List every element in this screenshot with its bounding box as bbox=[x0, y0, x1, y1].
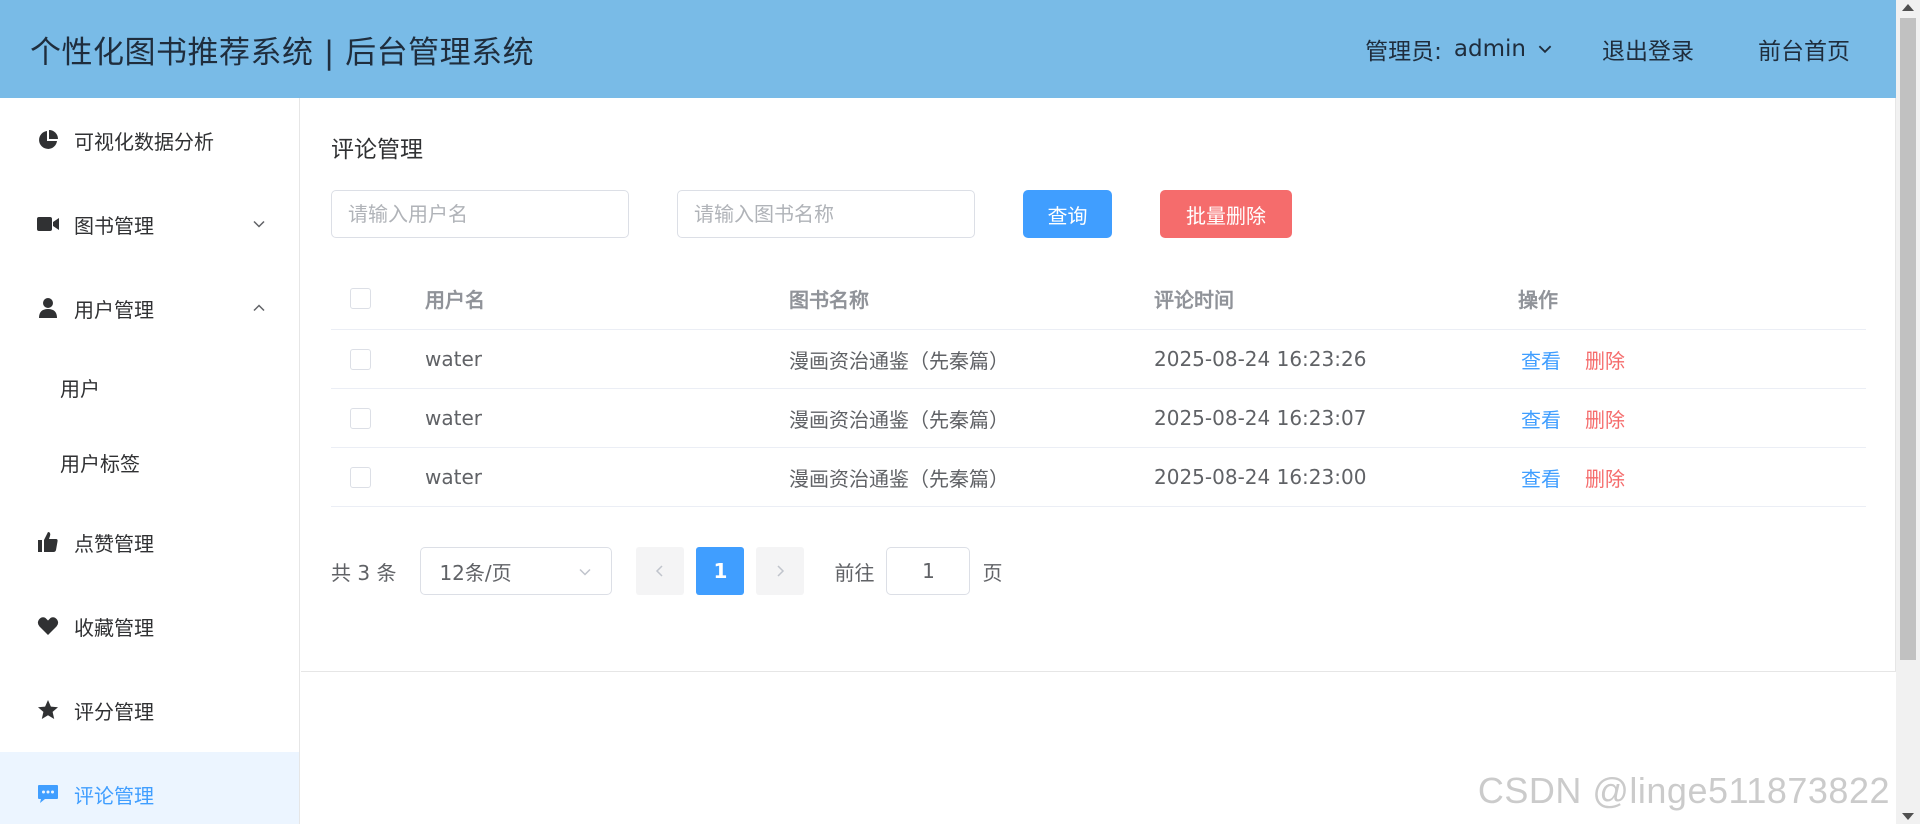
sidebar-item-book-management[interactable]: 图书管理 bbox=[0, 182, 299, 266]
chevron-down-icon bbox=[253, 220, 265, 228]
page-title: 评论管理 bbox=[331, 137, 423, 163]
batch-delete-button[interactable]: 批量删除 bbox=[1160, 190, 1292, 238]
sidebar-item-user-management[interactable]: 用户管理 bbox=[0, 266, 299, 350]
cell-username: water bbox=[425, 465, 482, 489]
sidebar-item-label: 收藏管理 bbox=[74, 615, 154, 640]
table-row: water 漫画资治通鉴（先秦篇） 2025-08-24 16:23:00 查看… bbox=[331, 448, 1866, 507]
header-actions: 管理员: admin 退出登录 前台首页 bbox=[1365, 32, 1850, 66]
prev-page-button[interactable] bbox=[636, 547, 685, 595]
chat-icon bbox=[36, 782, 60, 806]
sidebar-item-label: 评论管理 bbox=[74, 783, 154, 808]
view-button[interactable]: 查看 bbox=[1521, 404, 1561, 433]
chevron-right-icon bbox=[777, 565, 785, 577]
delete-button[interactable]: 删除 bbox=[1585, 404, 1625, 433]
video-camera-icon bbox=[36, 212, 60, 236]
next-page-button[interactable] bbox=[756, 547, 805, 595]
view-button[interactable]: 查看 bbox=[1521, 345, 1561, 374]
sidebar-subitem-users[interactable]: 用户 bbox=[0, 350, 299, 425]
logout-link[interactable]: 退出登录 bbox=[1602, 32, 1694, 66]
page-size-select[interactable]: 12条/页 bbox=[420, 547, 613, 595]
sidebar-item-comment-management[interactable]: 评论管理 bbox=[0, 752, 299, 824]
sidebar-item-rating-management[interactable]: 评分管理 bbox=[0, 668, 299, 752]
star-icon bbox=[36, 698, 60, 722]
cell-comment-time: 2025-08-24 16:23:00 bbox=[1154, 465, 1367, 489]
scroll-up-arrow-icon[interactable] bbox=[1902, 4, 1914, 11]
admin-name: admin bbox=[1453, 36, 1526, 62]
view-button[interactable]: 查看 bbox=[1521, 463, 1561, 492]
main-panel: 评论管理 查询 批量删除 用户名 图书名称 评论时间 操作 water 漫画资治… bbox=[301, 98, 1896, 672]
table-header-row: 用户名 图书名称 评论时间 操作 bbox=[331, 268, 1866, 330]
sidebar-item-label: 用户管理 bbox=[74, 297, 154, 322]
column-header-username: 用户名 bbox=[425, 288, 485, 312]
cell-username: water bbox=[425, 406, 482, 430]
row-checkbox[interactable] bbox=[350, 348, 371, 370]
goto-label: 前往 bbox=[834, 560, 875, 585]
table-row: water 漫画资治通鉴（先秦篇） 2025-08-24 16:23:26 查看… bbox=[331, 330, 1866, 389]
column-header-comment-time: 评论时间 bbox=[1154, 288, 1234, 312]
thumbs-up-icon bbox=[36, 530, 60, 554]
chevron-down-icon bbox=[579, 568, 591, 576]
sidebar-subitem-user-tags[interactable]: 用户标签 bbox=[0, 425, 299, 500]
cell-book-name: 漫画资治通鉴（先秦篇） bbox=[789, 348, 1009, 373]
chevron-down-icon bbox=[1538, 45, 1552, 54]
admin-label: 管理员: bbox=[1365, 39, 1442, 65]
sidebar-item-label: 点赞管理 bbox=[74, 531, 154, 556]
cell-username: water bbox=[425, 347, 482, 371]
pagination: 共 3 条 12条/页 1 前往 页 bbox=[331, 547, 1002, 595]
vertical-scrollbar[interactable] bbox=[1896, 0, 1920, 824]
username-search-input[interactable] bbox=[331, 190, 629, 238]
comment-table: 用户名 图书名称 评论时间 操作 water 漫画资治通鉴（先秦篇） 2025-… bbox=[331, 268, 1866, 507]
chevron-left-icon bbox=[656, 565, 663, 577]
scroll-down-arrow-icon[interactable] bbox=[1902, 813, 1914, 820]
sidebar-item-label: 可视化数据分析 bbox=[74, 129, 214, 154]
goto-page-input[interactable] bbox=[886, 547, 971, 595]
page-size-value: 12条/页 bbox=[439, 560, 512, 585]
sidebar-item-like-management[interactable]: 点赞管理 bbox=[0, 500, 299, 584]
cell-actions: 查看 删除 bbox=[1518, 404, 1625, 433]
pie-chart-icon bbox=[36, 128, 60, 152]
sidebar-item-data-analysis[interactable]: 可视化数据分析 bbox=[0, 98, 299, 182]
query-button[interactable]: 查询 bbox=[1023, 190, 1112, 238]
row-checkbox[interactable] bbox=[350, 407, 371, 429]
sidebar-item-label: 图书管理 bbox=[74, 213, 154, 238]
sidebar-item-favorite-management[interactable]: 收藏管理 bbox=[0, 584, 299, 668]
cell-actions: 查看 删除 bbox=[1518, 463, 1625, 492]
watermark: CSDN @linge511873822 bbox=[1477, 770, 1890, 811]
book-name-search-input[interactable] bbox=[677, 190, 975, 238]
page-number-button[interactable]: 1 bbox=[696, 547, 745, 595]
app-title: 个性化图书推荐系统 | 后台管理系统 bbox=[30, 34, 535, 71]
admin-dropdown[interactable]: 管理员: admin bbox=[1365, 32, 1554, 66]
pagination-total: 共 3 条 bbox=[331, 560, 397, 585]
page-unit-label: 页 bbox=[982, 560, 1003, 585]
heart-icon bbox=[36, 614, 60, 638]
cell-comment-time: 2025-08-24 16:23:07 bbox=[1154, 406, 1367, 430]
cell-book-name: 漫画资治通鉴（先秦篇） bbox=[789, 466, 1009, 491]
cell-comment-time: 2025-08-24 16:23:26 bbox=[1154, 347, 1367, 371]
delete-button[interactable]: 删除 bbox=[1585, 463, 1625, 492]
top-header: 个性化图书推荐系统 | 后台管理系统 管理员: admin 退出登录 前台首页 bbox=[0, 0, 1896, 98]
sidebar-menu: 可视化数据分析 图书管理 用户管理 用户 用户标签 点赞管理 收藏管理 评分管理 bbox=[0, 98, 300, 824]
select-all-checkbox[interactable] bbox=[350, 288, 371, 309]
cell-book-name: 漫画资治通鉴（先秦篇） bbox=[789, 407, 1009, 432]
column-header-actions: 操作 bbox=[1518, 288, 1558, 312]
scrollbar-thumb[interactable] bbox=[1900, 18, 1916, 660]
frontend-home-link[interactable]: 前台首页 bbox=[1758, 32, 1850, 66]
cell-actions: 查看 删除 bbox=[1518, 345, 1625, 374]
user-icon bbox=[36, 296, 60, 320]
row-checkbox[interactable] bbox=[350, 466, 371, 488]
table-row: water 漫画资治通鉴（先秦篇） 2025-08-24 16:23:07 查看… bbox=[331, 389, 1866, 448]
column-header-book-name: 图书名称 bbox=[789, 288, 869, 312]
sidebar-item-label: 评分管理 bbox=[74, 699, 154, 724]
delete-button[interactable]: 删除 bbox=[1585, 345, 1625, 374]
chevron-up-icon bbox=[253, 304, 265, 312]
